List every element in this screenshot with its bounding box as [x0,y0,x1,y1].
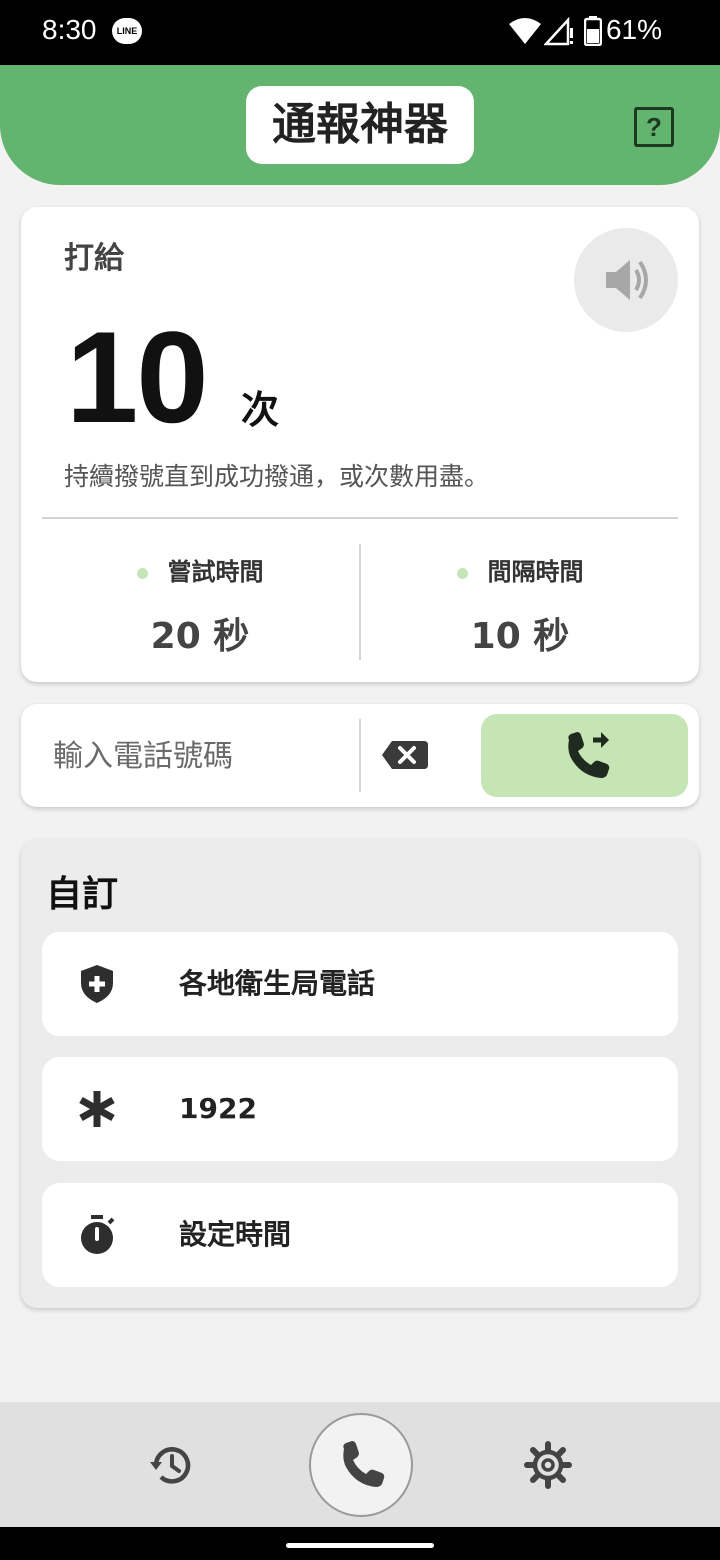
status-time: 8:30 [42,14,97,45]
app-title: 通報神器 [246,86,474,164]
phone-icon [343,1441,385,1487]
custom-card: 自訂 各地衛生局電話 1922 設定時間 [21,839,699,1308]
wifi-icon [509,18,541,44]
call-description: 持續撥號直到成功撥通，或次數用盡。 [64,462,490,491]
custom-title: 自訂 [46,874,119,915]
call-count-unit: 次 [241,388,280,432]
phone-number-input[interactable] [33,718,371,795]
stat-value: 10 秒 [470,616,570,657]
cell-signal-icon [544,16,573,46]
home-gesture-handle[interactable] [286,1543,434,1548]
nav-settings-button[interactable] [523,1440,573,1494]
status-dot [456,567,468,579]
status-dot [136,567,148,579]
shield-plus-icon [81,965,113,1003]
custom-item-label: 各地衛生局電話 [179,967,376,1000]
help-icon[interactable]: ? [634,107,674,147]
settings-gear-icon [524,1441,572,1489]
nav-call-button[interactable] [309,1413,413,1517]
divider [359,719,361,792]
battery-percent: 61% [605,14,662,45]
custom-item-health-bureau[interactable]: 各地衛生局電話 [42,932,678,1036]
dial-button[interactable] [481,714,688,797]
stat-value: 20 秒 [150,616,250,657]
app-header: 通報神器 ? [0,65,720,185]
divider [42,517,678,519]
bottom-nav [0,1402,720,1527]
call-label: 打給 [64,241,124,276]
battery-icon [584,16,602,46]
custom-item-1922[interactable]: 1922 [42,1057,678,1161]
speaker-icon [606,260,648,300]
custom-item-label: 1922 [179,1092,257,1125]
call-settings-card[interactable]: 打給 10 次 持續撥號直到成功撥通，或次數用盡。 嘗試時間 20 秒 間隔時間… [21,207,699,682]
custom-item-set-time[interactable]: 設定時間 [42,1183,678,1287]
stat-label: 嘗試時間 [167,558,264,586]
status-bar: 8:30 LINE 61% [0,0,720,65]
speaker-button[interactable] [574,228,678,332]
call-count-value[interactable]: 10 [66,302,209,452]
backspace-button[interactable] [376,729,436,781]
phone-forward-icon [568,732,610,778]
nav-history-button[interactable] [146,1440,196,1494]
backspace-icon [382,741,428,769]
stat-attempt-time[interactable]: 嘗試時間 20 秒 [41,552,359,659]
stat-interval-time[interactable]: 間隔時間 10 秒 [361,552,679,659]
custom-item-label: 設定時間 [179,1218,292,1251]
asterisk-icon [79,1091,115,1127]
phone-input-card [21,704,699,807]
gesture-bar [0,1527,720,1560]
stat-label: 間隔時間 [487,558,584,586]
timer-icon [81,1215,115,1254]
history-icon [150,1447,191,1484]
line-notification-icon: LINE [112,18,142,44]
